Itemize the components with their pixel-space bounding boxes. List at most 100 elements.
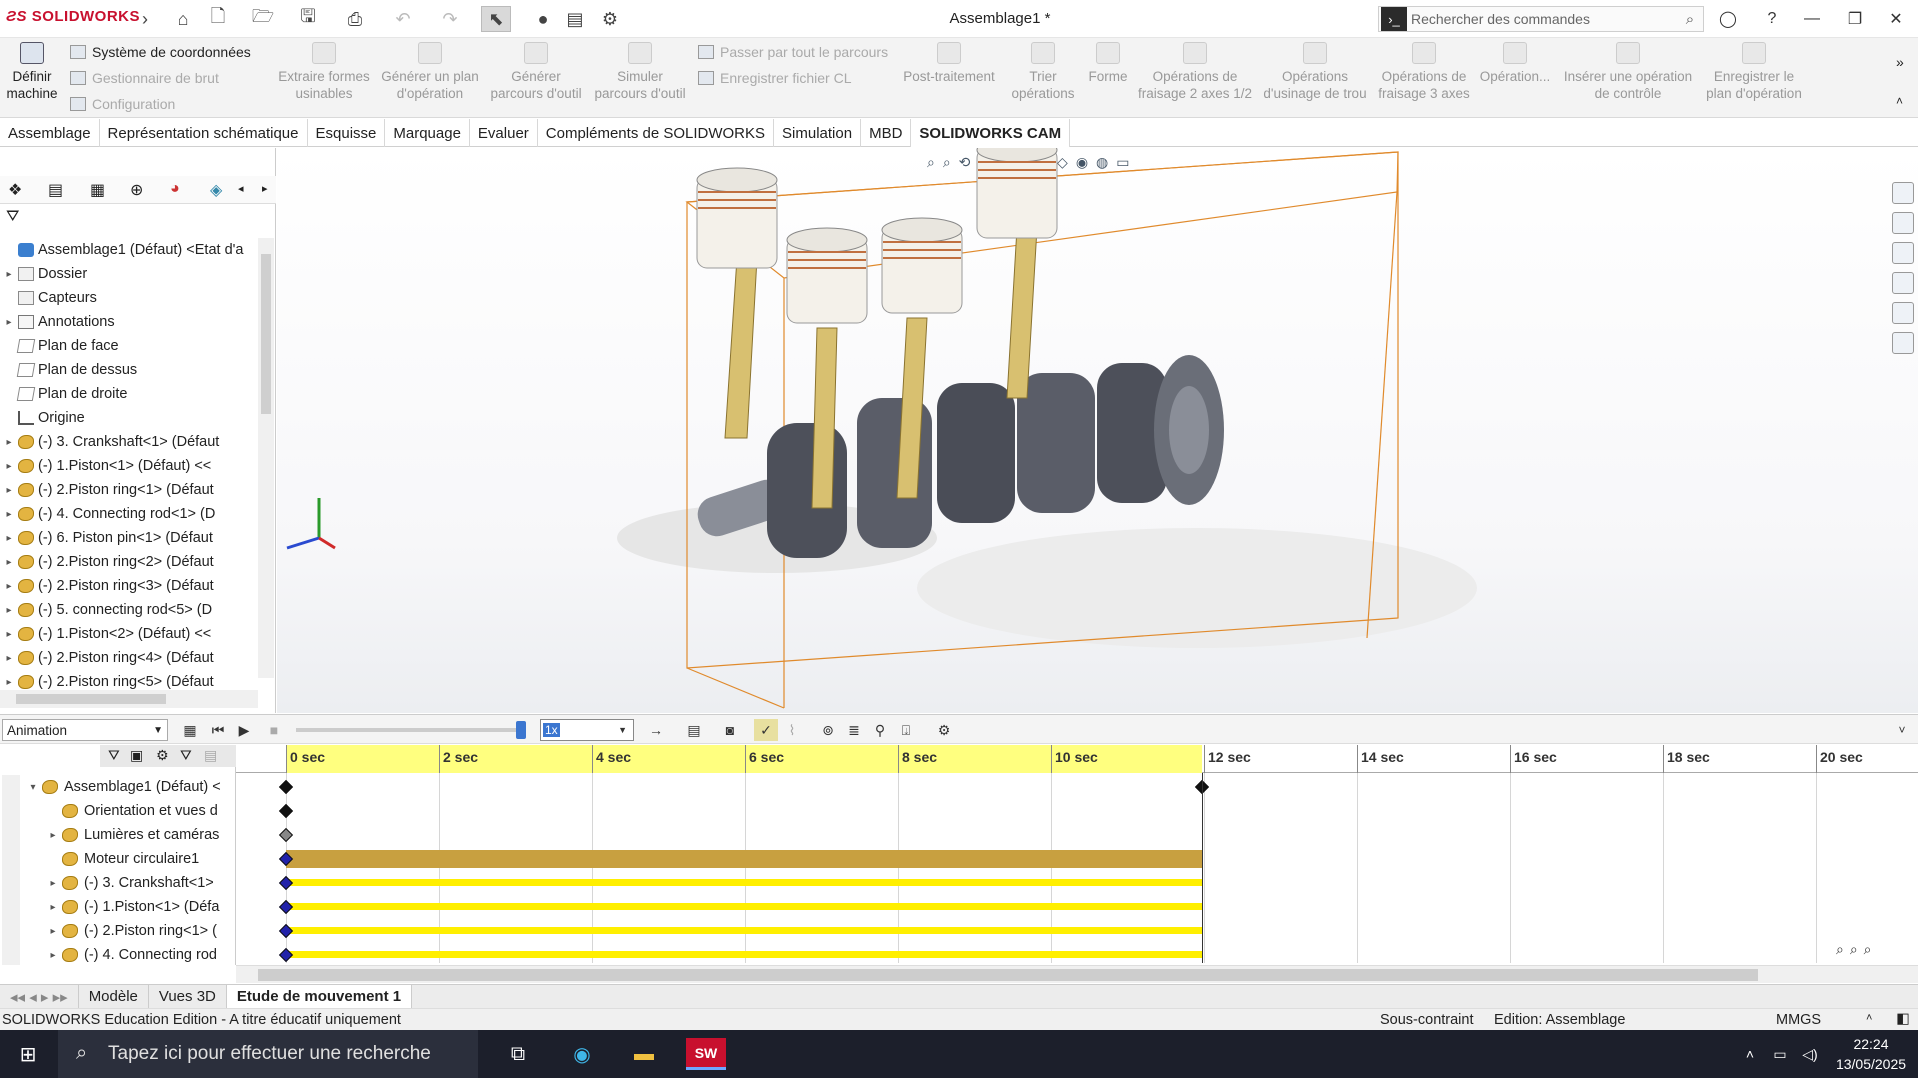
tree-item[interactable]: ▸ (-) 6. Piston pin<1> (Défaut (0, 526, 258, 550)
view-palette-icon[interactable] (1892, 272, 1914, 294)
tree-item[interactable]: Capteurs (0, 286, 258, 310)
milling-2-5-axis-button[interactable]: Opérations de fraisage 2 axes 1/2 (1136, 42, 1254, 102)
tree-hscroll-thumb[interactable] (16, 694, 166, 704)
tab-representation[interactable]: Représentation schématique (100, 119, 308, 147)
expand-arrow-icon[interactable]: ▾ (24, 782, 42, 793)
graphics-area[interactable]: ⌕⌕⟲▦✎▣◐◇◉◍▭ (277, 148, 1918, 713)
search-icon[interactable]: ⌕ (1677, 11, 1703, 28)
property-manager-tab-icon[interactable]: ▤ (48, 180, 63, 200)
units-chevron-icon[interactable]: ˄ (1866, 1012, 1872, 1024)
feature-manager-tab-icon[interactable]: ❖ (8, 180, 22, 200)
expand-arrow-icon[interactable]: ▸ (44, 950, 62, 961)
timeline-area[interactable]: 0 sec 2 sec 4 sec 6 sec 8 sec 10 sec 12 sec 14 … (236, 745, 1918, 965)
tree-item[interactable]: ▸ (-) 2.Piston ring<2> (Défaut (0, 550, 258, 574)
tree-item[interactable]: ▸ (-) 1.Piston<2> (Défaut) << (0, 622, 258, 646)
tab-simulation[interactable]: Simulation (774, 119, 862, 147)
post-process-button[interactable]: Post-traitement (896, 42, 1002, 85)
taskbar-search[interactable]: ⌕ Tapez ici pour effectuer une recherche (58, 1030, 478, 1078)
simulate-toolpath-button[interactable]: Simuler parcours d'outil (592, 42, 688, 102)
tree-item[interactable]: ▸ Annotations (0, 310, 258, 334)
time-ruler[interactable]: 0 sec 2 sec 4 sec 6 sec 8 sec 10 sec 12 sec 14 … (236, 745, 1918, 773)
stop-icon[interactable]: ■ (262, 719, 286, 741)
expand-arrow-icon[interactable]: ▸ (0, 317, 18, 328)
expand-arrow-icon[interactable]: ▸ (44, 926, 62, 937)
cam-tab-icon[interactable]: ◈ (210, 180, 222, 200)
print-icon[interactable]: ⎙ (340, 6, 370, 32)
component-timeline-bar[interactable] (286, 927, 1202, 934)
study-type-select[interactable]: Animation ▼ (2, 719, 168, 741)
autokey-icon[interactable]: ✓ (754, 719, 778, 741)
dimxpert-tab-icon[interactable]: ⊕ (130, 180, 143, 200)
expand-arrow-icon[interactable]: ▸ (0, 485, 18, 496)
coordinate-system-button[interactable]: Système de coordonnées (70, 44, 251, 60)
options-gear-icon[interactable]: ⚙ (595, 6, 625, 32)
expand-arrow-icon[interactable]: ▸ (0, 653, 18, 664)
help-icon[interactable]: ? (1752, 4, 1792, 34)
component-timeline-bar[interactable] (286, 879, 1202, 886)
save-cl-button[interactable]: Enregistrer fichier CL (698, 70, 852, 86)
expand-arrow-icon[interactable]: ▸ (44, 830, 62, 841)
motion-tree-item[interactable]: Moteur circulaire1 (0, 847, 236, 871)
tab-motion-study-1[interactable]: Etude de mouvement 1 (226, 984, 413, 1009)
tree-item[interactable]: Plan de droite (0, 382, 258, 406)
expand-arrow-icon[interactable]: ▸ (0, 461, 18, 472)
home-icon[interactable]: ⌂ (168, 6, 198, 32)
display-manager-tab-icon[interactable]: ◕ (170, 180, 180, 198)
solidworks-taskbar-icon[interactable]: SW (686, 1038, 726, 1070)
select-cursor-icon[interactable]: ⬉ (481, 6, 511, 32)
open-folder-icon[interactable]: 🗁 (248, 6, 278, 32)
tab-mbd[interactable]: MBD (861, 119, 912, 147)
tree-item[interactable]: Origine (0, 406, 258, 430)
tab-modele[interactable]: Modèle (79, 984, 149, 1009)
close-button[interactable]: ✕ (1876, 4, 1916, 34)
configuration-manager-tab-icon[interactable]: ▦ (90, 180, 105, 200)
clock[interactable]: 22:24 13/05/2025 (1826, 1034, 1916, 1074)
tree-item[interactable]: Plan de dessus (0, 358, 258, 382)
playback-mode-icon[interactable]: → (644, 719, 668, 741)
save-animation-icon[interactable]: ▤ (682, 719, 706, 741)
extract-features-button[interactable]: Extraire formes usinables (276, 42, 372, 102)
filter-selected-icon[interactable]: ⛛ (180, 747, 192, 764)
expand-arrow-icon[interactable]: ▸ (0, 605, 18, 616)
file-explorer-icon[interactable] (1892, 242, 1914, 264)
tree-vertical-scrollbar[interactable] (258, 238, 274, 678)
playback-slider-handle[interactable] (516, 721, 526, 739)
step-through-button[interactable]: Passer par tout le parcours (698, 44, 888, 60)
motion-tree-item[interactable]: ▸ (-) 2.Piston ring<1> ( (0, 919, 236, 943)
appearances-icon[interactable] (1892, 302, 1914, 324)
timeline-zoom-controls[interactable]: ⌕⌕⌕ (1836, 941, 1878, 958)
define-machine-button[interactable]: Définir machine (4, 42, 60, 102)
edge-browser-icon[interactable]: ◉ (562, 1038, 602, 1070)
motion-tree-scrollbar[interactable] (2, 775, 20, 965)
expand-arrow-icon[interactable]: ▸ (44, 878, 62, 889)
tree-item[interactable]: Assemblage1 (Défaut) <Etat d'a (0, 238, 258, 262)
design-library-icon[interactable] (1892, 212, 1914, 234)
undo-icon[interactable]: ↶ (388, 6, 418, 32)
tree-item[interactable]: ▸ (-) 2.Piston ring<3> (Défaut (0, 574, 258, 598)
tab-esquisse[interactable]: Esquisse (308, 119, 386, 147)
design-library-home-icon[interactable] (1892, 182, 1914, 204)
contact-icon[interactable]: ⚲ (868, 719, 892, 741)
calculate-icon[interactable]: ▦ (178, 719, 202, 741)
collapse-motion-manager-icon[interactable]: ˅ (1890, 719, 1914, 741)
play-from-start-icon[interactable]: ⏮ (206, 719, 230, 741)
sort-operations-button[interactable]: Trier opérations (1010, 42, 1076, 102)
motion-tree-item[interactable]: ▾ Assemblage1 (Défaut) < (0, 775, 236, 799)
custom-properties-icon[interactable] (1892, 332, 1914, 354)
spring-icon[interactable]: ≣ (842, 719, 866, 741)
motion-tree-item[interactable]: Orientation et vues d (0, 799, 236, 823)
tab-solidworks-cam[interactable]: SOLIDWORKS CAM (911, 119, 1071, 147)
account-icon[interactable]: ◯ (1708, 4, 1748, 34)
expand-menu-icon[interactable]: › (130, 6, 160, 32)
status-units[interactable]: MMGS (1776, 1012, 1821, 1028)
shape-button[interactable]: Forme (1084, 42, 1132, 85)
tab-vues-3d[interactable]: Vues 3D (149, 984, 227, 1009)
minimize-button[interactable]: — (1792, 4, 1832, 34)
milling-3-axis-button[interactable]: Opérations de fraisage 3 axes (1376, 42, 1472, 102)
windows-start-icon[interactable]: ⊞ (8, 1038, 48, 1070)
tree-item[interactable]: ▸ (-) 2.Piston ring<4> (Défaut (0, 646, 258, 670)
generate-toolpath-button[interactable]: Générer parcours d'outil (488, 42, 584, 102)
timeline-end-marker[interactable] (1202, 773, 1203, 963)
motion-tree-item[interactable]: ▸ (-) 4. Connecting rod (0, 943, 236, 967)
timeline-scroll-thumb[interactable] (258, 969, 1758, 981)
